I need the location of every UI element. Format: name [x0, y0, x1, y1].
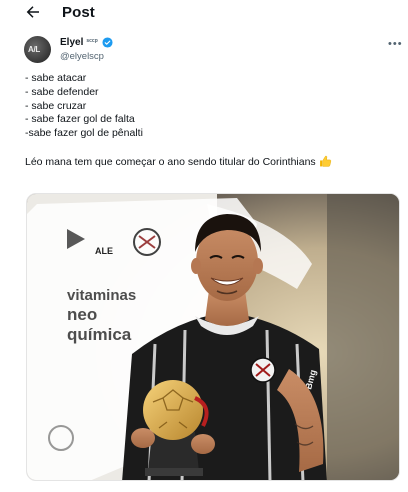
- tweet-closing-line: Léo mana tem que começar o ano sendo tit…: [25, 155, 395, 170]
- jersey-brand-2: neo: [67, 305, 97, 324]
- jersey-brand-3: química: [67, 325, 132, 344]
- post-header: Post: [0, 0, 408, 28]
- tweet-line: - sabe cruzar: [25, 99, 87, 112]
- tweet-media-image[interactable]: ALE vitaminas neo química Bmg: [26, 193, 400, 481]
- author-name-row: Elyel sccp: [60, 37, 113, 48]
- tweet-line: - sabe fazer gol de falta: [25, 113, 135, 126]
- jersey-brand-1: vitaminas: [67, 287, 136, 304]
- author-avatar[interactable]: A/L: [24, 36, 51, 63]
- page-title: Post: [62, 4, 95, 21]
- player-photo: ALE vitaminas neo química Bmg: [27, 194, 399, 480]
- author-handle[interactable]: @elyelscp: [60, 51, 104, 62]
- avatar-text: A/L: [28, 45, 40, 54]
- tweet-text: - sabe atacar - sabe defender - sabe cru…: [25, 72, 395, 170]
- more-options-icon[interactable]: •••: [388, 38, 403, 50]
- author-name-badge: sccp: [86, 37, 98, 44]
- author-display-name[interactable]: Elyel: [60, 37, 83, 48]
- tweet-line: - sabe atacar: [25, 72, 87, 84]
- jersey-sponsor-small: ALE: [95, 246, 113, 256]
- thumbs-up-icon: [319, 155, 331, 167]
- tweet-line: - sabe defender: [25, 85, 99, 98]
- tweet-closing-text: Léo mana tem que começar o ano sendo tit…: [25, 155, 316, 168]
- back-arrow-icon[interactable]: [24, 3, 42, 21]
- tweet-line: -sabe fazer gol de pênalti: [25, 127, 143, 140]
- verified-badge-icon: [102, 37, 113, 48]
